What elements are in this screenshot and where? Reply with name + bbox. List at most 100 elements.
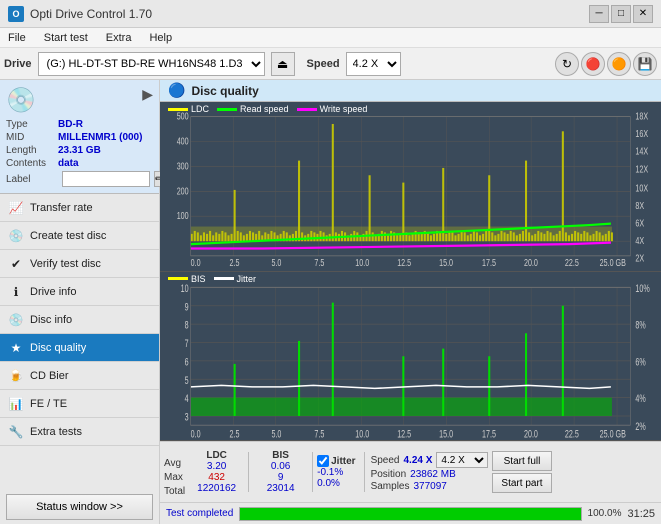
nav-create-test-disc-label: Create test disc	[30, 230, 106, 242]
svg-text:15.0: 15.0	[439, 257, 453, 269]
disc-info-panel: 💿 ▶ Type BD-R MID MILLENMR1 (000) Length…	[0, 80, 159, 194]
nav-drive-info-label: Drive info	[30, 286, 76, 298]
eject-button[interactable]: ⏏	[271, 52, 295, 76]
svg-text:8%: 8%	[635, 319, 645, 331]
svg-text:12.5: 12.5	[397, 257, 411, 269]
charts-area: LDC Read speed Write speed	[160, 102, 661, 441]
svg-text:7: 7	[185, 337, 189, 349]
speed-label: Speed	[307, 58, 340, 70]
svg-text:2.5: 2.5	[230, 428, 240, 440]
svg-text:10: 10	[181, 282, 189, 294]
fe-te-icon: 📊	[8, 396, 24, 412]
legend-jitter: Jitter	[214, 274, 257, 284]
svg-text:22.5: 22.5	[565, 428, 579, 440]
svg-text:5.0: 5.0	[271, 428, 281, 440]
menu-file[interactable]: File	[4, 30, 30, 46]
settings-icon1[interactable]: 🔴	[581, 52, 605, 76]
disc-contents-row: Contents data	[6, 158, 153, 169]
start-full-button[interactable]: Start full	[492, 451, 551, 471]
sidebar-nav: 📈 Transfer rate 💿 Create test disc ✔ Ver…	[0, 194, 159, 490]
status-text: Test completed	[166, 508, 233, 519]
nav-extra-tests[interactable]: 🔧 Extra tests	[0, 418, 159, 446]
progress-bar	[239, 507, 581, 521]
nav-verify-test-disc-label: Verify test disc	[30, 258, 101, 270]
bottom-chart-svg: 10 9 8 7 6 5 4 3 10% 8% 6% 4% 2% 0.0 2	[160, 272, 661, 441]
nav-disc-quality[interactable]: ★ Disc quality	[0, 334, 159, 362]
svg-text:25.0 GB: 25.0 GB	[600, 428, 626, 440]
content-area: 🔵 Disc quality LDC Read speed	[160, 80, 661, 524]
jitter-checkbox[interactable]	[317, 455, 329, 467]
svg-text:17.5: 17.5	[482, 257, 496, 269]
disc-arrow[interactable]: ▶	[142, 86, 153, 103]
menu-help[interactable]: Help	[145, 30, 176, 46]
disc-mid-value: MILLENMR1 (000)	[58, 132, 142, 143]
save-icon[interactable]: 💾	[633, 52, 657, 76]
start-part-button[interactable]: Start part	[492, 473, 551, 493]
progress-bar-fill	[240, 508, 580, 520]
minimize-button[interactable]: ─	[589, 5, 609, 23]
svg-text:4X: 4X	[635, 235, 644, 247]
nav-extra-tests-label: Extra tests	[30, 426, 82, 438]
legend-ldc: LDC	[168, 104, 209, 114]
maximize-button[interactable]: □	[611, 5, 631, 23]
svg-text:100: 100	[177, 210, 189, 222]
position-label: Position	[371, 469, 407, 480]
svg-text:200: 200	[177, 185, 189, 197]
bottom-bar: Test completed 100.0% 31:25	[160, 502, 661, 524]
svg-text:8X: 8X	[635, 200, 644, 212]
jitter-max: 0.0%	[317, 478, 359, 489]
status-window-button[interactable]: Status window >>	[6, 494, 153, 520]
svg-text:17.5: 17.5	[482, 428, 496, 440]
legend-bis-label: BIS	[191, 274, 206, 284]
nav-fe-te[interactable]: 📊 FE / TE	[0, 390, 159, 418]
svg-text:20.0: 20.0	[524, 257, 538, 269]
svg-text:6X: 6X	[635, 217, 644, 229]
sidebar: 💿 ▶ Type BD-R MID MILLENMR1 (000) Length…	[0, 80, 160, 524]
titlebar-left: O Opti Drive Control 1.70	[8, 6, 152, 22]
disc-icon: 💿	[6, 86, 36, 115]
nav-drive-info[interactable]: ℹ Drive info	[0, 278, 159, 306]
nav-disc-info-label: Disc info	[30, 314, 72, 326]
svg-text:22.5: 22.5	[565, 257, 579, 269]
extra-tests-icon: 🔧	[8, 424, 24, 440]
disc-label-input[interactable]	[62, 171, 150, 187]
verify-test-disc-icon: ✔	[8, 256, 24, 272]
jitter-stats: Jitter -0.1% 0.0%	[317, 455, 359, 489]
close-button[interactable]: ✕	[633, 5, 653, 23]
nav-verify-test-disc[interactable]: ✔ Verify test disc	[0, 250, 159, 278]
read-speed-color	[217, 108, 237, 111]
speed-stat-select[interactable]: 4.2 X	[436, 452, 488, 468]
svg-text:6%: 6%	[635, 356, 645, 368]
refresh-icon[interactable]: ↻	[555, 52, 579, 76]
nav-transfer-rate[interactable]: 📈 Transfer rate	[0, 194, 159, 222]
speed-select[interactable]: 4.2 X	[346, 52, 401, 76]
svg-text:300: 300	[177, 160, 189, 172]
drive-select[interactable]: (G:) HL-DT-ST BD-RE WH16NS48 1.D3	[38, 52, 265, 76]
svg-text:18X: 18X	[635, 110, 648, 122]
chart-header: 🔵 Disc quality	[160, 80, 661, 102]
ldc-avg: 3.20	[207, 461, 226, 472]
disc-type-row: Type BD-R	[6, 119, 153, 130]
nav-create-test-disc[interactable]: 💿 Create test disc	[0, 222, 159, 250]
bis-stats: BIS 0.06 9 23014	[253, 450, 308, 494]
nav-disc-info[interactable]: 💿 Disc info	[0, 306, 159, 334]
ldc-total: 1220162	[197, 483, 236, 494]
bis-max: 9	[278, 472, 284, 483]
menu-extra[interactable]: Extra	[102, 30, 136, 46]
disc-label-label: Label	[6, 174, 58, 185]
time-display: 31:25	[627, 508, 655, 520]
legend-write-speed: Write speed	[297, 104, 368, 114]
settings-icon2[interactable]: 🟠	[607, 52, 631, 76]
svg-text:12X: 12X	[635, 163, 648, 175]
menu-start-test[interactable]: Start test	[40, 30, 92, 46]
svg-text:5: 5	[185, 374, 189, 386]
svg-text:9: 9	[185, 300, 189, 312]
nav-cd-bier[interactable]: 🍺 CD Bier	[0, 362, 159, 390]
legend-jitter-label: Jitter	[237, 274, 257, 284]
svg-text:10X: 10X	[635, 182, 648, 194]
svg-text:3: 3	[185, 411, 189, 423]
ldc-header: LDC	[206, 450, 227, 461]
position-value: 23862 MB	[410, 469, 456, 480]
svg-text:12.5: 12.5	[397, 428, 411, 440]
top-chart-legend: LDC Read speed Write speed	[168, 104, 367, 114]
